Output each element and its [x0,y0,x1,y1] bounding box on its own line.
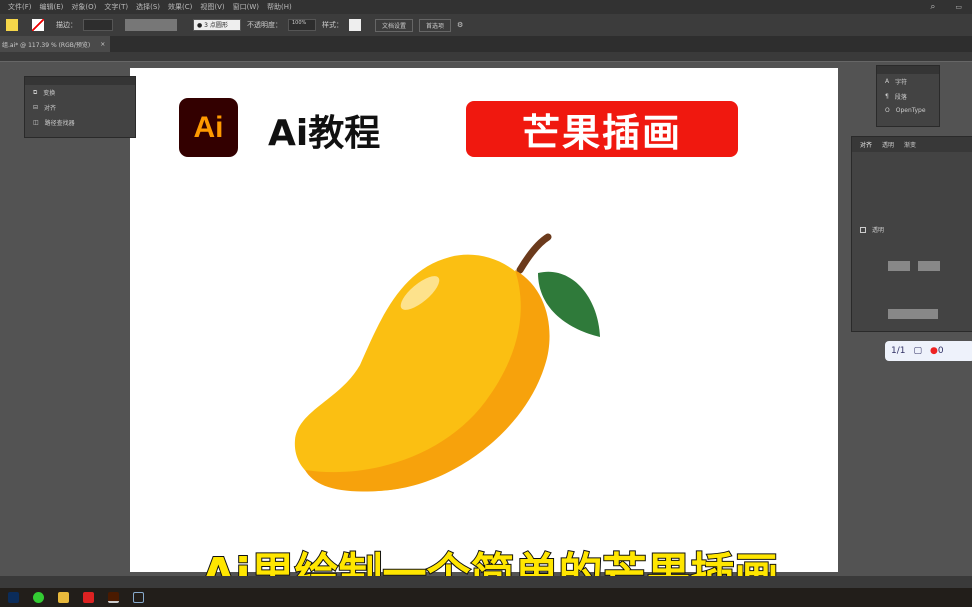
page-counter[interactable]: 1/1 ▢ ●0 [885,341,972,361]
menu-object[interactable]: 对象(O) [71,2,96,12]
menu-bar: 文件(F) 编辑(E) 对象(O) 文字(T) 选择(S) 效果(C) 视图(V… [0,0,972,14]
panel-item-transform[interactable]: ⧉ 变换 [25,85,135,100]
transform-icon: ⧉ [33,88,38,96]
variable-width-select[interactable] [125,19,177,31]
menu-window[interactable]: 窗口(W) [233,2,259,12]
illustrator-icon[interactable] [108,592,119,603]
workspace-icon[interactable]: ▭ [955,3,962,11]
panel-item-opentype[interactable]: O OpenType [877,104,939,117]
tab-gradient[interactable]: 渐变 [904,140,916,149]
panel-item-pathfinder[interactable]: ◫ 路径查找器 [25,115,135,130]
tab-transparency[interactable]: 透明 [882,140,894,149]
status-bar [0,576,972,588]
panel-item-character[interactable]: A 字符 [877,74,939,89]
mango-illustration [294,233,600,492]
panel-item-paragraph[interactable]: ¶ 段落 [877,89,939,104]
type-panel: A 字符 ¶ 段落 O OpenType [876,65,940,127]
topic-badge: 芒果插画 [466,101,738,157]
document-tab-name: 组.ai* @ 117.39 % (RGB/预览) [2,41,91,49]
opacity-input[interactable]: 100% [288,19,316,31]
taskbar [0,588,972,607]
error-count: ●0 [930,346,944,356]
pathfinder-icon: ◫ [33,119,39,126]
value-field[interactable] [888,309,938,319]
section-header: 透明 [852,222,972,237]
opacity-label: 不透明度： [247,21,282,29]
wps-icon[interactable] [83,592,94,603]
style-label: 样式： [322,21,343,29]
file-explorer-icon[interactable] [58,592,69,603]
menu-help[interactable]: 帮助(H) [267,2,292,12]
stroke-swatch[interactable] [32,19,44,31]
document-tab[interactable]: 组.ai* @ 117.39 % (RGB/预览) × [0,36,110,52]
checkbox[interactable] [860,226,866,233]
pages-count: 1/1 [891,346,906,356]
align-icon: ⊟ [33,104,39,111]
menu-type[interactable]: 文字(T) [104,2,128,12]
fill-swatch[interactable] [6,19,18,31]
opentype-icon: O [885,107,890,114]
style-swatch[interactable] [349,19,361,31]
value-field[interactable] [918,261,940,271]
menu-effect[interactable]: 效果(C) [168,2,192,12]
menu-edit[interactable]: 编辑(E) [40,2,64,12]
ai-logo: Ai [179,98,238,157]
search-icon[interactable]: ⌕ [930,2,935,12]
wechat-icon[interactable] [33,592,44,603]
window-icon: ▢ [913,346,922,356]
preferences-button[interactable]: 首选项 [419,18,452,32]
panel-item-align[interactable]: ⊟ 对齐 [25,100,135,115]
paragraph-icon: ¶ [885,93,889,100]
close-icon[interactable]: × [100,41,105,48]
left-panel: ⧉ 变换 ⊟ 对齐 ◫ 路径查找器 [24,76,136,138]
stroke-label: 描边： [56,21,77,29]
arrange-icon[interactable]: ⚙ [457,21,463,29]
document-setup-button[interactable]: 文档设置 [375,18,414,32]
menu-view[interactable]: 视图(V) [200,2,224,12]
brush-select[interactable]: ● 3 点圆形 [193,19,241,31]
artboard-title: Ai教程 [268,113,381,154]
menu-file[interactable]: 文件(F) [8,2,32,12]
document-tab-bar: 组.ai* @ 117.39 % (RGB/预览) × [0,36,972,52]
control-bar: 描边： ● 3 点圆形 不透明度： 100% 样式： 文档设置 首选项 ⚙ [0,14,972,36]
mango-stem [516,233,552,274]
properties-panel: 对齐 透明 渐变 透明 [851,136,972,332]
value-field[interactable] [888,261,910,271]
camera-icon[interactable] [133,592,144,603]
photoshop-icon[interactable] [8,592,19,603]
character-icon: A [885,78,890,85]
tab-align[interactable]: 对齐 [860,140,872,149]
horizontal-ruler [0,52,972,62]
menu-select[interactable]: 选择(S) [136,2,160,12]
stroke-weight-input[interactable] [83,19,113,31]
